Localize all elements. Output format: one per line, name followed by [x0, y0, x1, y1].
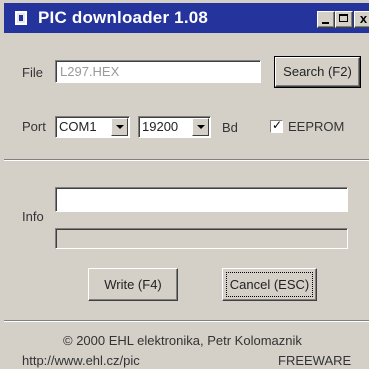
eeprom-checkbox[interactable]: ✓ — [270, 118, 283, 133]
main-window: PIC downloader 1.08 x File L297.HEX Sear… — [0, 0, 369, 369]
window-title: PIC downloader 1.08 — [38, 8, 209, 27]
divider — [4, 320, 369, 322]
close-button[interactable]: x — [354, 11, 369, 28]
app-icon[interactable] — [15, 11, 27, 25]
file-path-input[interactable]: L297.HEX — [55, 60, 261, 83]
eeprom-label[interactable]: EEPROM — [288, 119, 344, 134]
license-text: FREEWARE — [278, 353, 352, 368]
divider — [4, 159, 369, 161]
baud-unit-label: Bd — [222, 120, 238, 135]
baud-select[interactable]: 19200 — [138, 116, 211, 138]
chevron-down-icon[interactable] — [192, 118, 209, 136]
write-button[interactable]: Write (F4) — [88, 268, 178, 301]
website-link[interactable]: http://www.ehl.cz/pic — [22, 353, 140, 368]
chevron-down-icon[interactable] — [111, 118, 128, 136]
copyright-text: © 2000 EHL elektronika, Petr Kolomaznik — [63, 333, 302, 348]
port-select[interactable]: COM1 — [55, 116, 130, 138]
search-button[interactable]: Search (F2) — [274, 56, 361, 88]
close-icon: x — [359, 11, 368, 26]
focus-indicator — [226, 272, 313, 297]
write-button-label: Write (F4) — [104, 277, 162, 292]
file-path-value: L297.HEX — [60, 64, 120, 79]
maximize-button[interactable] — [335, 11, 353, 28]
cancel-button[interactable]: Cancel (ESC) — [222, 268, 317, 301]
port-label: Port — [22, 119, 46, 134]
minimize-button[interactable] — [317, 11, 335, 28]
search-button-label: Search (F2) — [283, 64, 352, 79]
info-label: Info — [22, 209, 44, 224]
check-icon: ✓ — [272, 118, 283, 132]
port-value: COM1 — [59, 119, 97, 134]
title-bar[interactable]: PIC downloader 1.08 x — [4, 3, 369, 33]
baud-value: 19200 — [142, 119, 179, 134]
file-label: File — [22, 65, 43, 80]
info-field — [55, 187, 348, 212]
progress-bar — [55, 228, 348, 249]
